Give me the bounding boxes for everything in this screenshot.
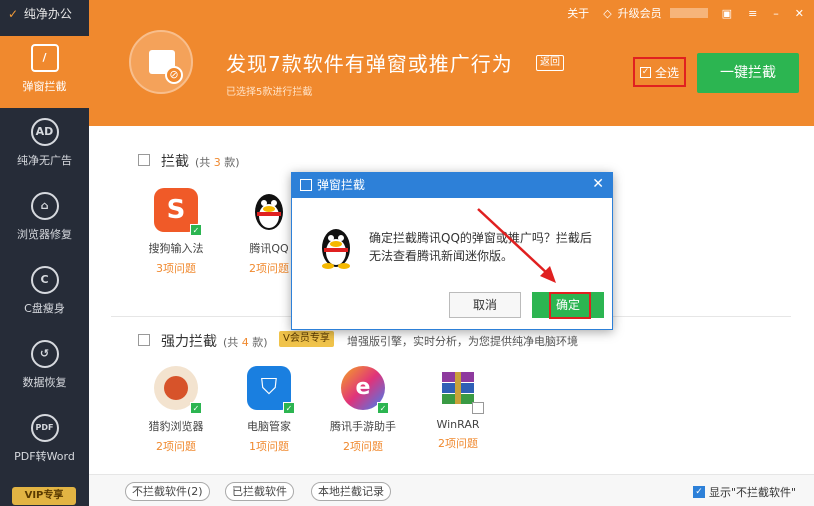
section2-checkbox[interactable] — [138, 334, 150, 346]
sidebar-item-browser-repair[interactable]: ⌂ 浏览器修复 — [0, 184, 89, 256]
vip-badge[interactable]: VIP专享 — [12, 487, 76, 505]
sogou-icon: S ✓ — [154, 188, 202, 236]
section2-description: 增强版引擎，实时分析，为您提供纯净电脑环境 — [347, 335, 578, 348]
vip-exclusive-tag: V会员专享 — [279, 331, 334, 347]
app-issues: 2项问题 — [156, 440, 196, 453]
show-unblocked-checkbox[interactable]: ✓ 显示"不拦截软件" — [693, 484, 796, 500]
app-name: 猎豹浏览器 — [148, 420, 204, 433]
sidebar-item-data-recover[interactable]: ↺ 数据恢复 — [0, 332, 89, 404]
app-item-game-assistant[interactable]: e ✓ 腾讯手游助手 2项问题 — [318, 366, 408, 454]
logo-icon: ✓ — [7, 7, 19, 21]
block-all-button[interactable]: 一键拦截 — [697, 53, 799, 93]
pc-manager-icon: ⛉ ✓ — [247, 366, 295, 414]
app-name: 电脑管家 — [247, 420, 291, 433]
select-all-label: 全选 — [654, 65, 679, 80]
dialog-cancel-button[interactable]: 取消 — [449, 292, 521, 318]
user-name-blurred — [669, 8, 708, 18]
app-item-liebao[interactable]: ✓ 猎豹浏览器 2项问题 — [131, 366, 221, 454]
skin-icon[interactable]: ▣ — [722, 7, 732, 20]
popup-block-icon — [300, 179, 312, 191]
diamond-icon: ◇ — [603, 6, 612, 20]
app-item-pc-manager[interactable]: ⛉ ✓ 电脑管家 1项问题 — [224, 366, 314, 454]
data-recover-icon: ↺ — [30, 340, 59, 368]
qq-penguin-icon — [316, 223, 356, 269]
sidebar-item-label: 数据恢复 — [22, 376, 67, 389]
minimize-icon[interactable]: – — [773, 7, 779, 20]
checkbox-icon: ✓ — [693, 486, 705, 498]
popup-block-icon: / — [30, 44, 59, 72]
menu-icon[interactable]: ≡ — [748, 7, 757, 20]
app-logo: ✓ 纯净办公 — [0, 0, 89, 28]
show-unblocked-label: 显示"不拦截软件" — [709, 486, 797, 499]
sidebar-item-popup-block[interactable]: / 弹窗拦截 — [0, 36, 89, 108]
app-name: 搜狗输入法 — [148, 242, 204, 255]
app-issues: 2项问题 — [438, 437, 478, 450]
close-icon[interactable]: ✕ — [795, 7, 804, 20]
dialog-close-icon[interactable]: ✕ — [592, 176, 604, 192]
qq-icon — [247, 188, 291, 232]
topbar: 关于 ◇ 升级会员 ▣ ≡ – ✕ — [567, 0, 814, 26]
not-blocked-button[interactable]: 不拦截软件(2) — [125, 482, 210, 501]
app-name: 腾讯手游助手 — [330, 420, 396, 433]
section1-title: 拦截 (共 3 款) — [161, 154, 240, 170]
app-issues: 3项问题 — [156, 262, 196, 275]
winrar-icon — [436, 366, 484, 414]
sidebar-item-disk-slim[interactable]: C C盘瘦身 — [0, 258, 89, 330]
sidebar-item-label: PDF转Word — [14, 450, 75, 463]
sidebar-item-pdf-word[interactable]: PDF PDF转Word — [0, 406, 89, 478]
app-item-sogou[interactable]: S ✓ 搜狗输入法 3项问题 — [131, 188, 221, 276]
app-title: 纯净办公 — [23, 7, 72, 21]
popup-hero-icon: ⊘ — [129, 30, 193, 94]
sidebar-item-label: C盘瘦身 — [24, 302, 65, 315]
app-issues: 1项问题 — [249, 440, 289, 453]
upgrade-link[interactable]: 升级会员 — [618, 5, 662, 21]
ok-highlight-box — [549, 292, 591, 319]
header: 关于 ◇ 升级会员 ▣ ≡ – ✕ ⊘ 发现7款软件有弹窗或推广行为 返回 已选… — [89, 0, 814, 126]
blocked-button[interactable]: 已拦截软件 — [225, 482, 294, 501]
app-window: ✓ 纯净办公 / 弹窗拦截 AD 纯净无广告 ⌂ 浏览器修复 C C盘瘦身 ↺ 数据恢复 … — [0, 0, 814, 506]
bottom-bar: 不拦截软件(2) 已拦截软件 本地拦截记录 ✓ 显示"不拦截软件" — [89, 474, 814, 506]
local-records-button[interactable]: 本地拦截记录 — [311, 482, 391, 501]
pdf-icon: PDF — [30, 414, 59, 442]
no-ad-icon: AD — [30, 118, 59, 146]
checkbox-icon: ✓ — [639, 66, 651, 78]
hero-title: 发现7款软件有弹窗或推广行为 — [226, 52, 513, 76]
dialog-message: 确定拦截腾讯QQ的弹窗或推广吗？拦截后无法查看腾讯新闻迷你版。 — [369, 231, 592, 263]
app-issues: 2项问题 — [343, 440, 383, 453]
app-item-winrar[interactable]: WinRAR 2项问题 — [413, 366, 503, 451]
sidebar-item-label: 弹窗拦截 — [22, 80, 67, 93]
sidebar: ✓ 纯净办公 / 弹窗拦截 AD 纯净无广告 ⌂ 浏览器修复 C C盘瘦身 ↺ 数据恢复 … — [0, 0, 89, 506]
browser-repair-icon: ⌂ — [30, 192, 59, 220]
app-name: WinRAR — [436, 418, 480, 431]
section2-title: 强力拦截 (共 4 款) — [161, 334, 268, 350]
sidebar-item-label: 纯净无广告 — [17, 154, 72, 167]
about-link[interactable]: 关于 — [567, 5, 589, 21]
sidebar-item-no-ad[interactable]: AD 纯净无广告 — [0, 110, 89, 182]
section1-checkbox[interactable] — [138, 154, 150, 166]
hero-subtitle: 已选择5款进行拦截 — [226, 87, 313, 98]
select-all-checkbox[interactable]: ✓ 全选 — [633, 57, 686, 87]
back-button[interactable]: 返回 — [536, 55, 564, 71]
dialog-title: 弹窗拦截 — [317, 178, 366, 192]
disk-slim-icon: C — [30, 266, 59, 294]
game-assistant-icon: e ✓ — [341, 366, 389, 414]
sidebar-item-label: 浏览器修复 — [17, 228, 72, 241]
dialog-header: 弹窗拦截 — [292, 173, 612, 198]
liebao-browser-icon: ✓ — [154, 366, 202, 414]
